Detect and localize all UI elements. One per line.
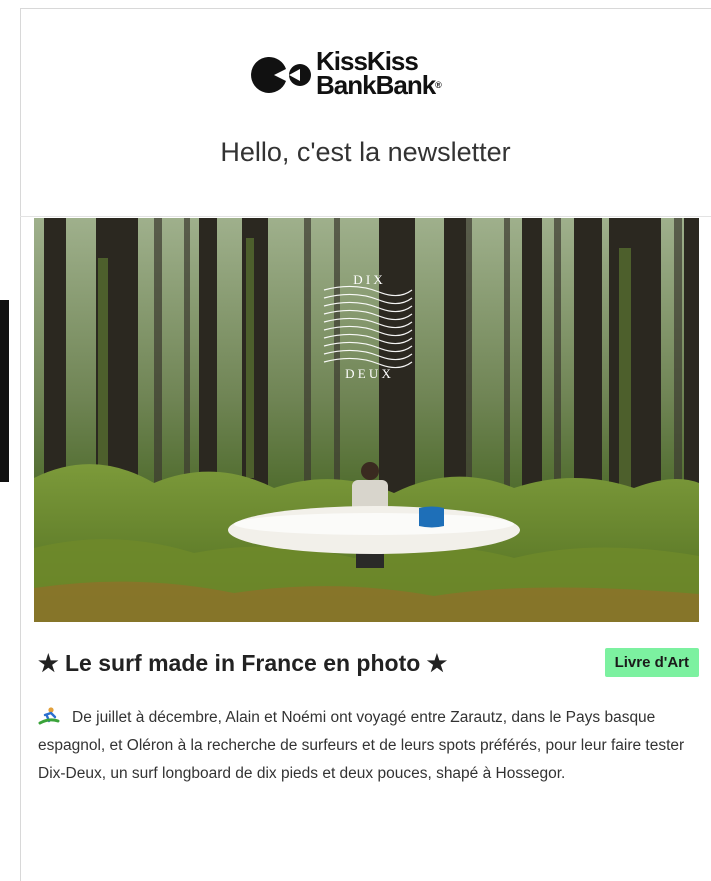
surfer-emoji-icon xyxy=(38,707,60,725)
side-tab xyxy=(0,300,9,482)
category-badge[interactable]: Livre d'Art xyxy=(604,648,699,677)
logo-line-2: BankBank® xyxy=(316,70,442,100)
article-body-text: De juillet à décembre, Alain et Noémi on… xyxy=(38,709,685,782)
newsletter-tagline: Hello, c'est la newsletter xyxy=(220,137,511,167)
logo-text: KissKiss BankBank® xyxy=(316,48,442,100)
kisskissbankbank-logo[interactable]: KissKiss BankBank® xyxy=(248,48,498,109)
newsletter-header: KissKiss BankBank® Hello, c'est la newsl… xyxy=(20,9,711,217)
article-title[interactable]: ★ Le surf made in France en photo ★ xyxy=(38,650,447,677)
forest-surfer-photo: D I X D E U X xyxy=(34,218,699,622)
watermark-bottom: D E U X xyxy=(345,366,391,381)
watermark-top: D I X xyxy=(353,272,383,287)
hero-image[interactable]: D I X D E U X xyxy=(34,218,699,622)
registered-mark: ® xyxy=(435,80,442,90)
article-title-row: ★ Le surf made in France en photo ★ Livr… xyxy=(38,646,699,682)
logo-mark-icon xyxy=(251,56,311,93)
article-body: De juillet à décembre, Alain et Noémi on… xyxy=(38,704,702,788)
